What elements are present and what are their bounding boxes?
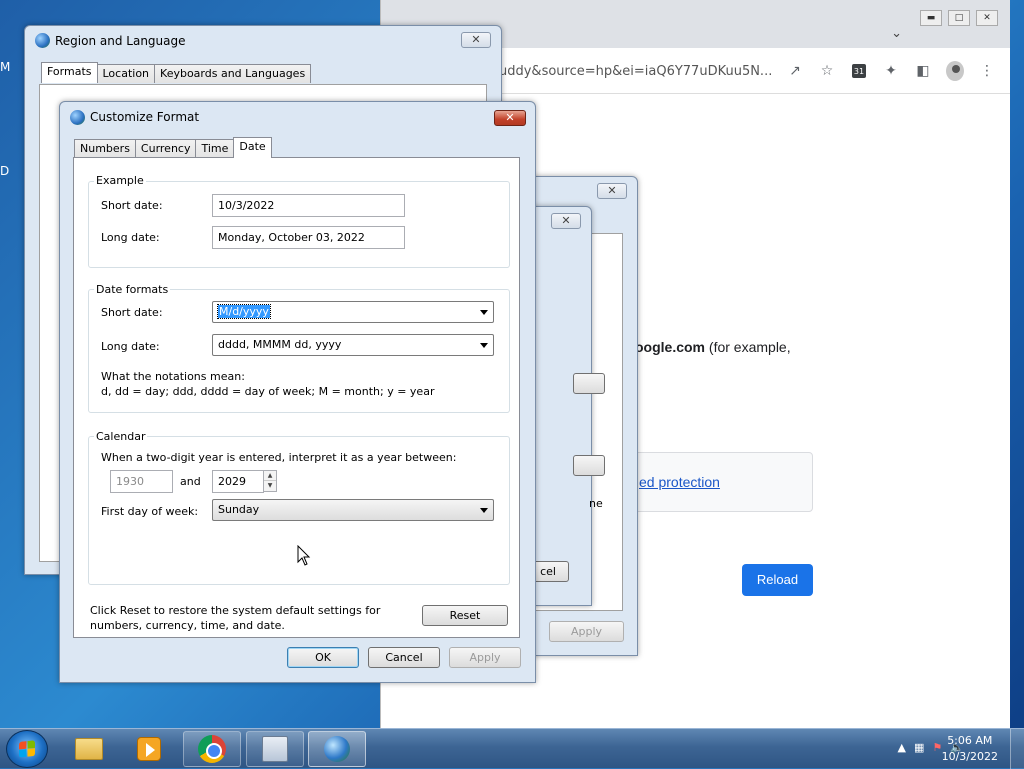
close-icon[interactable]: ✕ (494, 110, 526, 126)
partial-button[interactable] (573, 373, 605, 394)
year-spinner[interactable]: ▲ ▼ (263, 470, 277, 492)
network-icon[interactable]: ▦ (914, 741, 924, 754)
show-desktop-button[interactable] (1010, 729, 1024, 769)
first-day-label: First day of week: (101, 505, 199, 518)
globe-icon (70, 110, 85, 125)
clock-date: 10/3/2022 (941, 750, 998, 763)
short-date-format-label: Short date: (101, 306, 163, 319)
close-icon[interactable]: ✕ (597, 183, 627, 199)
year-to-field[interactable]: 2029 (212, 470, 264, 493)
dialog-title: Customize Format (90, 110, 200, 124)
reset-button[interactable]: Reset (422, 605, 508, 626)
profile-avatar[interactable] (946, 61, 964, 81)
partial-text: ne (589, 497, 603, 510)
first-day-combo[interactable]: Sunday (212, 499, 494, 521)
clock-time: 5:06 AM (947, 734, 993, 747)
close-icon[interactable]: ✕ (461, 32, 491, 48)
url-text[interactable]: uddy&source=hp&ei=iaQ6Y77uDKuu5N... (499, 64, 772, 79)
tab-time[interactable]: Time (195, 139, 235, 158)
show-hidden-icons-icon[interactable]: ▲ (898, 741, 906, 754)
calendar-legend: Calendar (94, 430, 148, 443)
ok-button[interactable]: OK (287, 647, 359, 668)
tab-keyboards[interactable]: Keyboards and Languages (154, 64, 312, 83)
minimize-icon[interactable]: ▬ (920, 10, 942, 26)
and-label: and (180, 475, 201, 488)
notation-text: d, dd = day; ddd, dddd = day of week; M … (101, 385, 435, 398)
short-date-format-value[interactable]: M/d/yyyy (217, 304, 271, 319)
apply-button[interactable]: Apply (449, 647, 521, 668)
reload-button[interactable]: Reload (742, 564, 813, 596)
dropdown-arrow-icon[interactable] (480, 310, 488, 315)
tab-currency[interactable]: Currency (134, 139, 197, 158)
clock[interactable]: 5:06 AM 10/3/2022 (942, 733, 998, 765)
dialog-title: Region and Language (55, 34, 186, 48)
notation-title: What the notations mean: (101, 370, 245, 383)
tab-numbers[interactable]: Numbers (74, 139, 136, 158)
enhanced-protection-link[interactable]: ed protection (639, 474, 720, 490)
reset-text: Click Reset to restore the system defaul… (90, 604, 381, 617)
bookmark-star-icon[interactable]: ☆ (818, 62, 836, 80)
reset-text-2: numbers, currency, time, and date. (90, 619, 285, 632)
example-legend: Example (94, 174, 146, 187)
region-language-taskbar-icon[interactable] (308, 731, 366, 767)
short-date-example: 10/3/2022 (212, 194, 405, 217)
calendar-extension-icon[interactable]: 31 (850, 62, 868, 80)
tab-date[interactable]: Date (233, 137, 272, 158)
tab-location[interactable]: Location (96, 64, 156, 83)
tab-formats[interactable]: Formats (41, 62, 98, 83)
menu-kebab-icon[interactable]: ⋮ (978, 62, 996, 80)
year-from-field: 1930 (110, 470, 173, 493)
maximize-icon[interactable]: □ (948, 10, 970, 26)
start-button[interactable] (6, 730, 48, 768)
desktop-icon-label[interactable]: M (0, 60, 10, 74)
close-icon[interactable]: ✕ (551, 213, 581, 229)
page-text: oogle.com (for example, (635, 339, 791, 355)
dropdown-arrow-icon[interactable] (480, 343, 488, 348)
chrome-taskbar-icon[interactable] (183, 731, 241, 767)
taskbar: ▲ ▦ ⚑ 🔈 5:06 AM 10/3/2022 (0, 728, 1024, 769)
spin-up-icon[interactable]: ▲ (264, 471, 276, 481)
customize-format-dialog: Customize Format ✕ Numbers Currency Time… (59, 101, 536, 683)
long-date-format-combo[interactable]: dddd, MMMM dd, yyyy (212, 334, 494, 356)
date-formats-legend: Date formats (94, 283, 171, 296)
spin-down-icon[interactable]: ▼ (264, 481, 276, 491)
dropdown-arrow-icon[interactable] (480, 508, 488, 513)
side-panel-icon[interactable]: ◧ (914, 62, 932, 80)
apply-button[interactable]: Apply (549, 621, 624, 642)
desktop-icon-label[interactable]: D (0, 164, 9, 178)
partial-button[interactable] (573, 455, 605, 476)
media-player-taskbar-icon[interactable] (120, 731, 178, 767)
explorer-taskbar-icon[interactable] (60, 731, 118, 767)
date-time-taskbar-icon[interactable] (246, 731, 304, 767)
share-icon[interactable]: ↗ (786, 62, 804, 80)
tab-search-chevron-icon[interactable]: ⌄ (891, 26, 902, 41)
short-date-label: Short date: (101, 199, 163, 212)
two-digit-year-text: When a two-digit year is entered, interp… (101, 451, 457, 464)
long-date-format-value[interactable]: dddd, MMMM dd, yyyy (218, 338, 341, 351)
short-date-format-combo[interactable]: M/d/yyyy (212, 301, 494, 323)
long-date-format-label: Long date: (101, 340, 160, 353)
first-day-value[interactable]: Sunday (218, 503, 259, 516)
cancel-button[interactable]: Cancel (368, 647, 440, 668)
long-date-label: Long date: (101, 231, 160, 244)
globe-icon (35, 33, 50, 48)
extensions-puzzle-icon[interactable]: ✦ (882, 62, 900, 80)
long-date-example: Monday, October 03, 2022 (212, 226, 405, 249)
close-icon[interactable]: ✕ (976, 10, 998, 26)
